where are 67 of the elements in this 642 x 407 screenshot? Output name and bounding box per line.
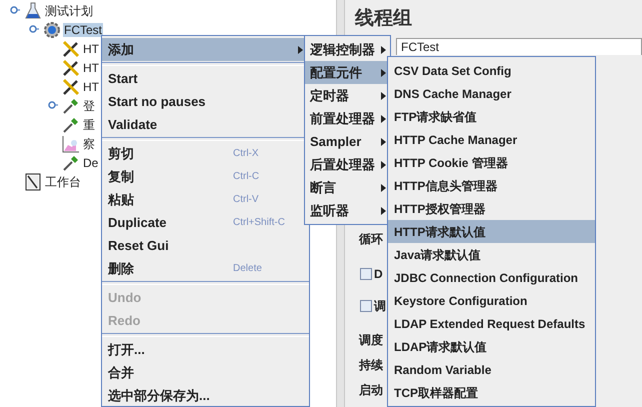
menu-item[interactable]: LDAP Extended Request Defaults <box>388 312 595 335</box>
tree-item[interactable]: De <box>82 156 100 170</box>
submenu-arrow-icon <box>381 46 386 54</box>
submenu-arrow-icon <box>381 92 386 100</box>
config-icon <box>62 78 80 96</box>
submenu-arrow-icon <box>381 68 386 76</box>
menu-item[interactable]: Reset Gui <box>102 234 309 257</box>
submenu-arrow-icon <box>381 138 386 146</box>
sampler-icon <box>62 116 80 134</box>
submenu-arrow-icon <box>381 160 386 168</box>
tree-item[interactable]: FCTest <box>63 22 104 36</box>
group-title: 调度 <box>359 332 383 347</box>
menu-item[interactable]: 后置处理器 <box>305 153 390 176</box>
checkbox[interactable] <box>360 268 372 280</box>
tree-item[interactable]: 重 <box>82 118 96 132</box>
plan-icon <box>24 2 42 20</box>
menu-item[interactable]: TCP取样器配置 <box>388 381 595 404</box>
checkbox-label: 调 <box>374 298 386 315</box>
sampler-icon <box>62 154 80 172</box>
tree-item[interactable]: 登 <box>82 98 96 112</box>
checkbox[interactable] <box>360 300 372 312</box>
menu-item[interactable]: FTP请求缺省值 <box>388 105 595 128</box>
menu-item[interactable]: JDBC Connection Configuration <box>388 266 595 289</box>
menu-item[interactable]: HTTP信息头管理器 <box>388 174 595 197</box>
config-icon <box>62 40 80 58</box>
tree-item[interactable]: 测试计划 <box>44 4 94 18</box>
tree-item[interactable]: HT <box>82 80 100 94</box>
submenu-arrow-icon <box>381 114 386 122</box>
submenu-arrow-icon <box>381 206 386 214</box>
menu-item[interactable]: Java请求默认值 <box>388 243 595 266</box>
menu-item[interactable]: HTTP Cache Manager <box>388 128 595 151</box>
tree-item[interactable]: 察 <box>82 136 96 150</box>
workbench-icon <box>24 172 42 190</box>
menu-item[interactable]: 合并 <box>102 361 309 384</box>
submenu-arrow-icon <box>381 184 386 192</box>
tree-item[interactable]: HT <box>82 60 100 74</box>
menu-item[interactable]: Keystore Configuration <box>388 289 595 312</box>
listener-icon <box>62 134 80 152</box>
tree-item[interactable]: HT <box>82 42 100 56</box>
expand-handle-icon[interactable] <box>29 24 39 34</box>
menu-item[interactable]: DNS Cache Manager <box>388 82 595 105</box>
menu-item[interactable]: 定时器 <box>305 84 390 107</box>
menu-item[interactable]: LDAP请求默认值 <box>388 335 595 358</box>
menu-item[interactable]: CSV Data Set Config <box>388 59 595 82</box>
menu-item[interactable]: 断言 <box>305 176 390 199</box>
menu-item[interactable]: 选中部分保存为... <box>102 384 309 406</box>
menu-item[interactable]: HTTP授权管理器 <box>388 197 595 220</box>
menu-item[interactable]: 配置元件 <box>305 61 390 84</box>
expand-handle-icon[interactable] <box>10 5 20 15</box>
menu-item[interactable]: Random Variable <box>388 358 595 381</box>
menu-item[interactable]: 删除 Delete <box>102 257 309 280</box>
field-label: 持续 <box>359 357 383 372</box>
panel-title: 线程组 <box>355 8 412 30</box>
field-label: 循环 <box>359 231 383 246</box>
expand-handle-icon[interactable] <box>48 100 58 110</box>
sampler-icon <box>62 96 80 114</box>
name-field[interactable]: FCTest <box>396 38 642 55</box>
menu-item[interactable]: Sampler <box>305 130 390 153</box>
checkbox-label: D <box>374 266 383 283</box>
field-label: 启动 <box>359 382 383 397</box>
tree-item[interactable]: 工作台 <box>44 174 82 188</box>
menu-item[interactable]: 打开... <box>102 338 309 361</box>
menu-item[interactable]: HTTP请求默认值 <box>388 220 595 243</box>
menu-item[interactable]: 监听器 <box>305 199 390 222</box>
config-icon <box>62 58 80 76</box>
menu-item[interactable]: 前置处理器 <box>305 107 390 130</box>
menu-item[interactable]: HTTP Cookie 管理器 <box>388 151 595 174</box>
